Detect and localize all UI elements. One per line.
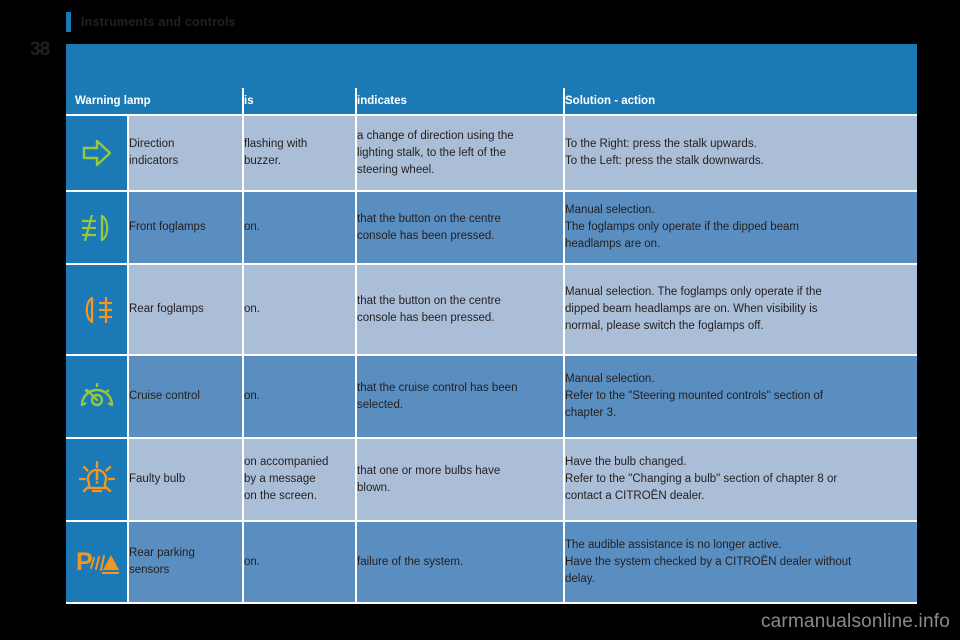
column-header-warning-lamp: Warning lamp [66,88,243,116]
table-row: P Rear parking sensors on. failure of th… [66,522,918,604]
rear-parking-sensors-icon: P [66,547,127,577]
lamp-solution-cell: Manual selection. The foglamps only oper… [563,192,918,265]
lamp-indicates-cell: that the button on the centre console ha… [355,192,564,265]
lamp-name-cell: Direction indicators [127,116,243,192]
lamp-name-cell: Cruise control [127,356,243,439]
content-block: Warning lamp is indicates Solution - act… [66,44,918,604]
lamp-solution-cell: To the Right: press the stalk upwards. T… [563,116,918,192]
lamp-state-cell: on. [242,356,356,439]
lamp-state-cell: on. [242,522,356,604]
page-number: 38 [30,39,50,60]
lamp-solution-cell: The audible assistance is no longer acti… [563,522,918,604]
table-row: Direction indicators flashing with buzze… [66,116,918,192]
front-foglamp-icon [66,212,127,244]
warning-lamp-icon-cell [66,439,127,522]
site-watermark: carmanualsonline.info [760,611,950,632]
table-row: Cruise control on. that the cruise contr… [66,356,918,439]
table-row: Front foglamps on. that the button on th… [66,192,918,265]
warning-lamps-table: Warning lamp is indicates Solution - act… [66,88,918,604]
lamp-state-cell: on accompanied by a message on the scree… [242,439,356,522]
column-header-indicates: indicates [355,88,564,116]
warning-lamp-icon-cell: P [66,522,127,604]
table-row: Faulty bulb on accompanied by a message … [66,439,918,522]
lamp-indicates-cell: failure of the system. [355,522,564,604]
lamp-name-cell: Faulty bulb [127,439,243,522]
chapter-accent-bar [66,12,71,32]
lamp-state-cell: on. [242,192,356,265]
lamp-solution-cell: Manual selection. The foglamps only oper… [563,265,918,356]
lamp-indicates-cell: that the cruise control has been selecte… [355,356,564,439]
table-row: Rear foglamps on. that the button on the… [66,265,918,356]
faulty-bulb-icon [66,460,127,499]
warning-lamp-icon-cell [66,116,127,192]
warning-lamp-icon-cell [66,265,127,356]
table-top-banner [66,44,917,88]
manual-page: Instruments and controls 38 Warning lamp… [0,0,960,640]
lamp-solution-cell: Manual selection. Refer to the "Steering… [563,356,918,439]
cruise-control-icon [66,379,127,415]
rear-foglamp-icon [66,294,127,326]
lamp-name-cell: Rear foglamps [127,265,243,356]
svg-text:P: P [76,548,93,576]
table-body: Direction indicators flashing with buzze… [66,116,918,604]
lamp-state-cell: on. [242,265,356,356]
warning-lamp-icon-cell [66,356,127,439]
lamp-indicates-cell: a change of direction using the lighting… [355,116,564,192]
lamp-name-cell: Rear parking sensors [127,522,243,604]
lamp-indicates-cell: that one or more bulbs have blown. [355,439,564,522]
lamp-solution-cell: Have the bulb changed. Refer to the "Cha… [563,439,918,522]
lamp-indicates-cell: that the button on the centre console ha… [355,265,564,356]
lamp-name-cell: Front foglamps [127,192,243,265]
table-header-row: Warning lamp is indicates Solution - act… [66,88,918,116]
chapter-title: Instruments and controls [81,15,236,29]
lamp-state-cell: flashing with buzzer. [242,116,356,192]
column-header-is: is [242,88,356,116]
column-header-solution-action: Solution - action [563,88,918,116]
direction-indicator-arrow-icon [66,136,127,170]
chapter-header: Instruments and controls [66,11,236,33]
warning-lamp-icon-cell [66,192,127,265]
